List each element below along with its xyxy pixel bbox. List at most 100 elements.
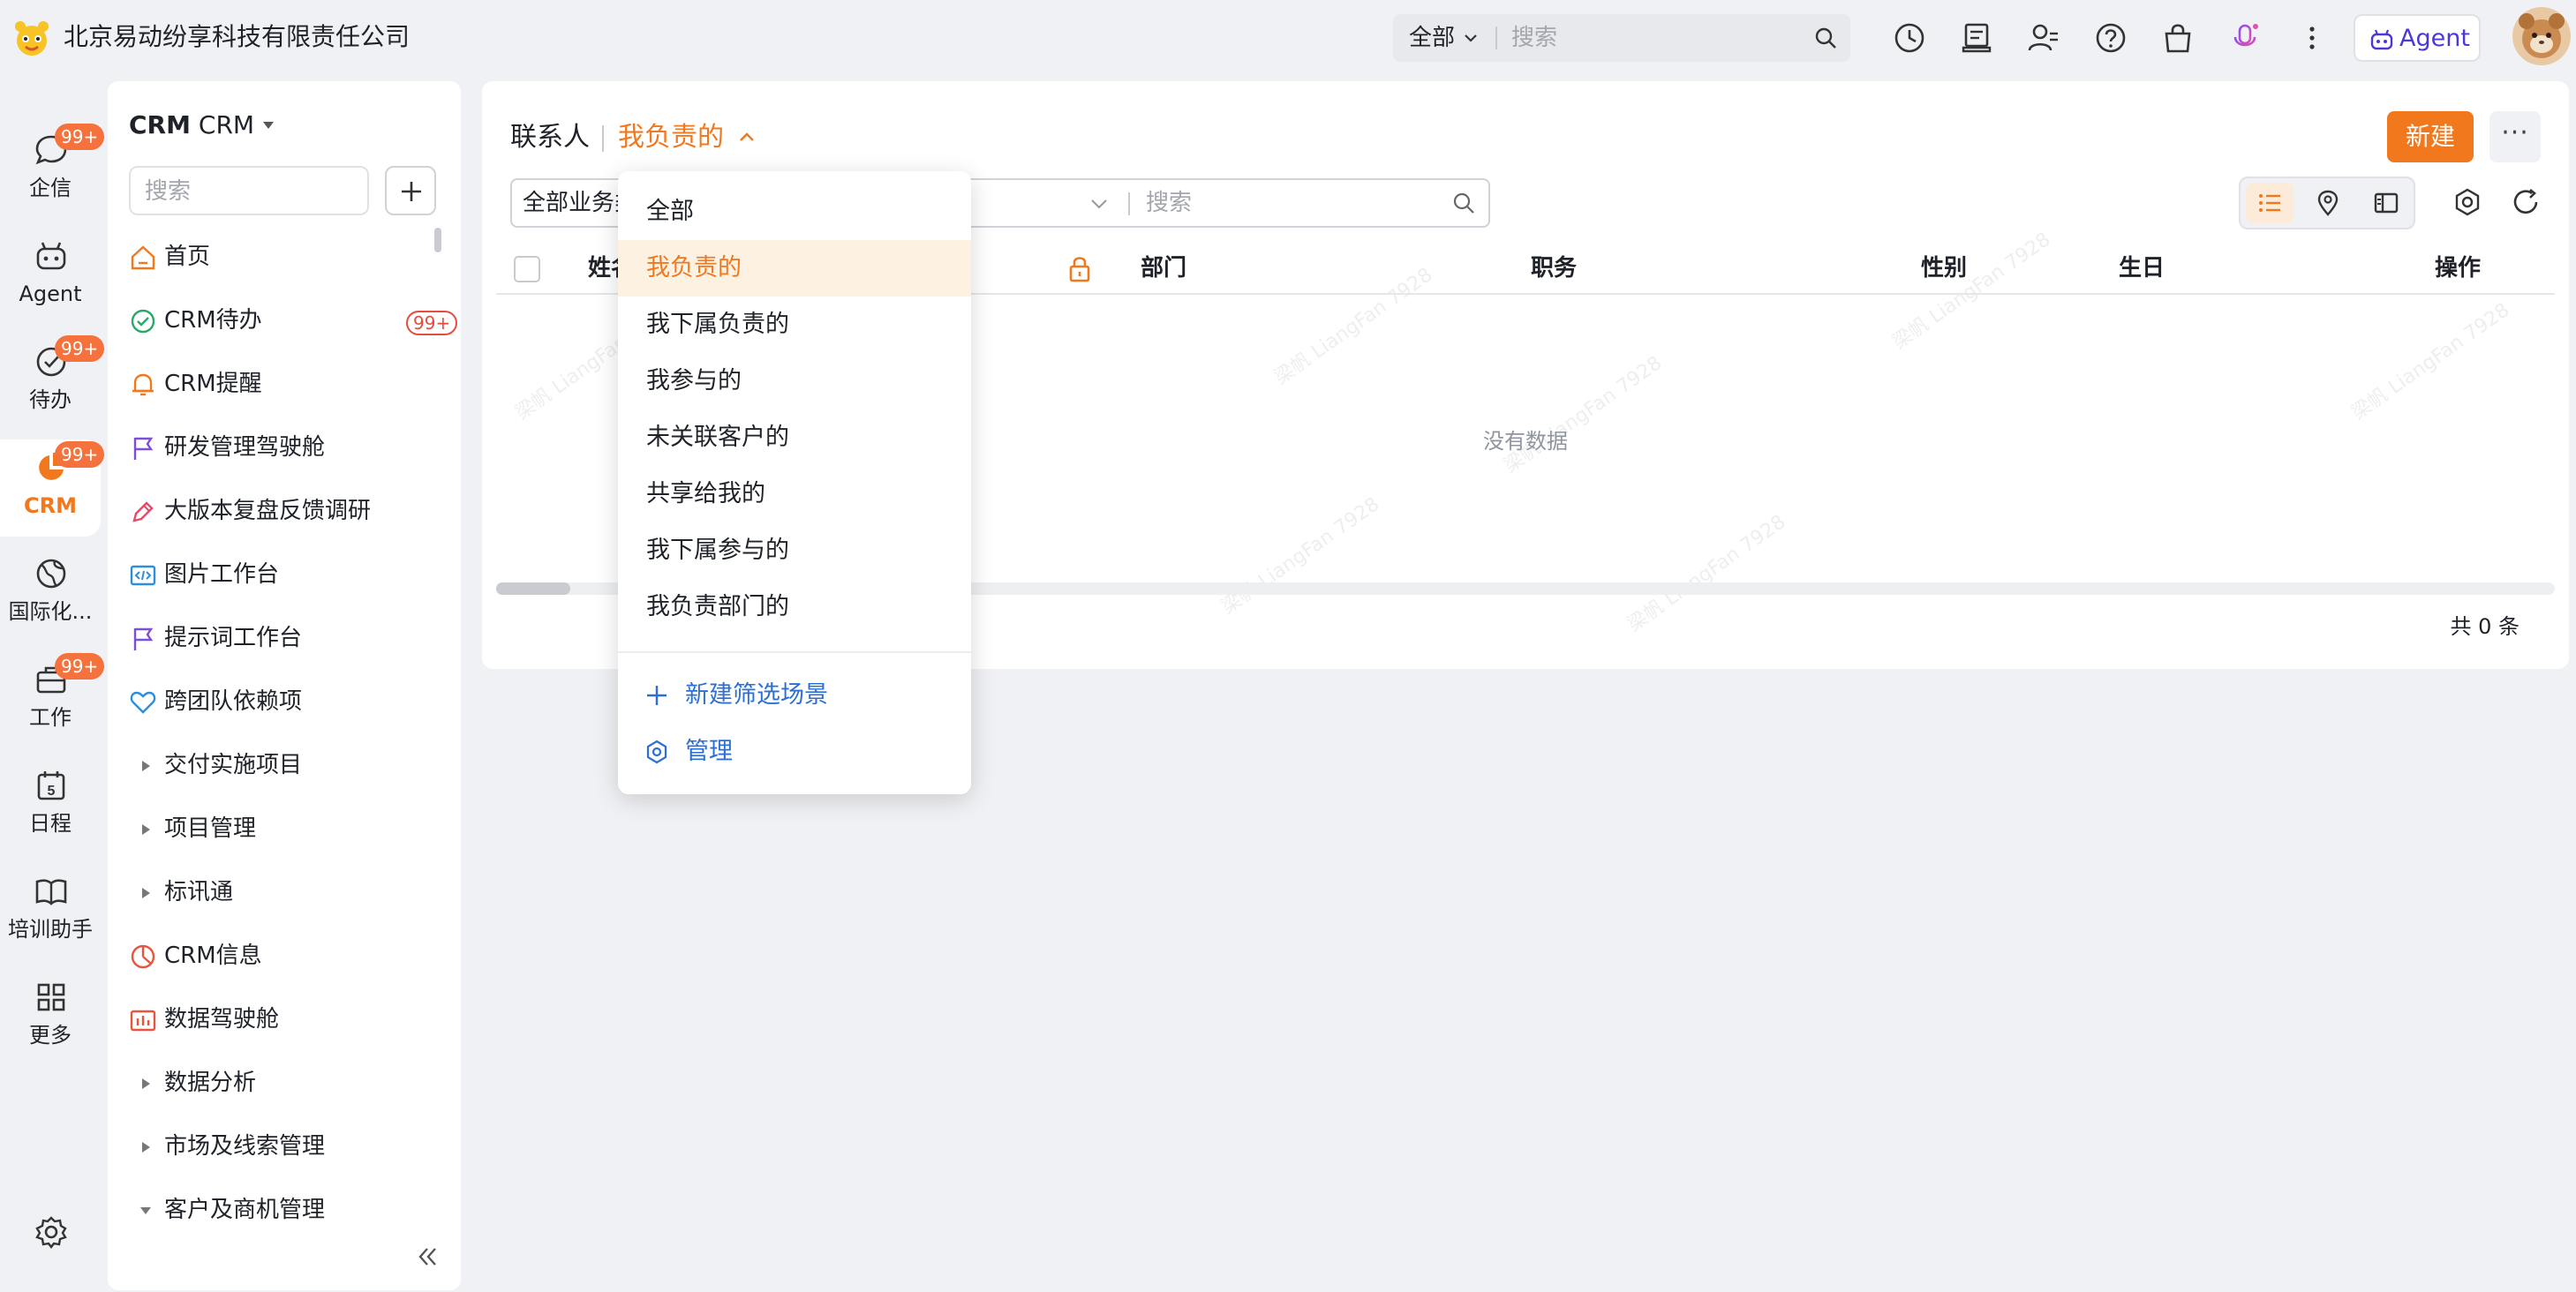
chevron-up-icon[interactable] bbox=[738, 131, 756, 143]
rail-item-international[interactable]: 国际化... bbox=[0, 545, 101, 642]
rail-item-label: 培训助手 bbox=[8, 917, 93, 942]
rail-item-label: 日程 bbox=[29, 811, 72, 836]
select-all-checkbox[interactable] bbox=[514, 256, 540, 282]
collapse-sidebar-icon[interactable] bbox=[415, 1244, 440, 1269]
rail-item-crm[interactable]: 99+ CRM bbox=[0, 439, 105, 537]
search-icon[interactable] bbox=[1813, 26, 1838, 50]
search-scope-select[interactable]: 全部 bbox=[1409, 21, 1455, 55]
rail-badge: 99+ bbox=[55, 441, 105, 468]
flag-icon bbox=[133, 627, 154, 650]
dropdown-option-shared-with-me[interactable]: 共享给我的 bbox=[618, 466, 971, 522]
caret-right-icon bbox=[142, 824, 150, 835]
dropdown-option-participating[interactable]: 我参与的 bbox=[618, 353, 971, 409]
sidebar-item-crm-reminder[interactable]: CRM提醒 bbox=[129, 358, 447, 411]
rail-item-training[interactable]: 培训助手 bbox=[0, 863, 101, 960]
sidebar-search-input[interactable]: 搜索 bbox=[129, 166, 369, 215]
bag-icon[interactable] bbox=[2161, 21, 2195, 55]
sidebar-item-feedback-survey[interactable]: 大版本复盘反馈调研 bbox=[129, 485, 447, 538]
receipt-icon[interactable] bbox=[1960, 21, 1993, 55]
sidebar-item-delivery-projects[interactable]: 交付实施项目 bbox=[129, 740, 447, 792]
contacts-icon[interactable] bbox=[2027, 21, 2060, 55]
rail-item-agent[interactable]: Agent bbox=[0, 228, 101, 325]
search-divider bbox=[1495, 26, 1497, 49]
split-view-button[interactable] bbox=[2362, 183, 2410, 223]
sidebar-item-team-dependency[interactable]: 跨团队依赖项 bbox=[129, 676, 447, 729]
dropdown-option-subordinates-owned[interactable]: 我下属负责的 bbox=[618, 297, 971, 353]
sidebar-item-data-cockpit[interactable]: 数据驾驶舱 bbox=[129, 994, 447, 1047]
dropdown-option-unlinked-customer[interactable]: 未关联客户的 bbox=[618, 409, 971, 466]
sidebar-item-data-analysis[interactable]: 数据分析 bbox=[129, 1057, 447, 1110]
view-mode-switch bbox=[2239, 177, 2415, 229]
column-birthday[interactable]: 生日 bbox=[2119, 251, 2165, 286]
rail-item-calendar[interactable]: 5 日程 bbox=[0, 757, 101, 854]
global-search-input[interactable]: 搜索 bbox=[1511, 21, 1557, 55]
bar-chart-icon bbox=[130, 1010, 156, 1032]
column-gender[interactable]: 性别 bbox=[1921, 251, 1967, 286]
more-vertical-icon[interactable] bbox=[2295, 21, 2329, 55]
chevron-down-icon bbox=[1091, 199, 1107, 209]
sidebar-item-crm-info[interactable]: CRM信息 bbox=[129, 930, 447, 983]
list-search-input[interactable]: 搜索 bbox=[1146, 186, 1192, 220]
rail-item-label: 更多 bbox=[29, 1023, 72, 1048]
plus-icon bbox=[402, 182, 421, 201]
column-position[interactable]: 职务 bbox=[1531, 251, 1577, 286]
home-icon bbox=[131, 245, 155, 270]
rail-item-todo[interactable]: 99+ 待办 bbox=[0, 334, 105, 431]
sidebar-add-button[interactable] bbox=[385, 166, 436, 215]
company-logo-icon[interactable] bbox=[12, 16, 51, 58]
sidebar-item-customer-opportunity[interactable]: 客户及商机管理 bbox=[129, 1184, 447, 1237]
rail-item-work[interactable]: 99+ 工作 bbox=[0, 651, 105, 748]
caret-down-icon bbox=[140, 1207, 151, 1214]
history-icon[interactable] bbox=[1893, 21, 1926, 55]
refresh-icon[interactable] bbox=[2511, 187, 2541, 217]
sidebar-item-label: CRM提醒 bbox=[164, 371, 262, 397]
view-selector[interactable]: 我负责的 bbox=[618, 118, 724, 157]
sidebar-item-crm-todo[interactable]: CRM待办 99+ bbox=[129, 295, 458, 348]
rail-badge: 99+ bbox=[55, 124, 105, 150]
new-button[interactable]: 新建 bbox=[2387, 111, 2474, 162]
chevron-down-icon bbox=[1465, 34, 1477, 42]
manage-scenes-button[interactable]: 管理 bbox=[618, 724, 971, 780]
search-icon[interactable] bbox=[1451, 191, 1476, 215]
rail-item-label: 工作 bbox=[29, 705, 72, 730]
column-department[interactable]: 部门 bbox=[1141, 251, 1186, 286]
rail-item-qixin[interactable]: 99+ 企信 bbox=[0, 122, 105, 219]
sidebar-item-bid-info[interactable]: 标讯通 bbox=[129, 867, 447, 920]
sidebar-item-rd-cockpit[interactable]: 研发管理驾驶舱 bbox=[129, 422, 447, 475]
map-view-button[interactable] bbox=[2304, 183, 2352, 223]
help-icon[interactable] bbox=[2094, 21, 2128, 55]
sidebar-item-prompt-workbench[interactable]: 提示词工作台 bbox=[129, 612, 447, 665]
sidebar-title-rest: CRM bbox=[198, 110, 255, 139]
scrollbar-thumb[interactable] bbox=[496, 582, 570, 595]
more-actions-button[interactable]: ··· bbox=[2489, 111, 2541, 162]
caret-down-icon[interactable] bbox=[261, 120, 275, 131]
settings-hex-icon[interactable] bbox=[2452, 187, 2482, 217]
sidebar-item-project-management[interactable]: 项目管理 bbox=[129, 803, 447, 856]
flag-icon bbox=[133, 437, 154, 460]
dropdown-option-subordinates-participating[interactable]: 我下属参与的 bbox=[618, 522, 971, 579]
globe-icon bbox=[36, 559, 66, 589]
dropdown-option-all[interactable]: 全部 bbox=[618, 184, 971, 240]
rail-item-more[interactable]: 更多 bbox=[0, 969, 101, 1066]
sidebar-item-image-workbench[interactable]: 图片工作台 bbox=[129, 549, 447, 602]
sidebar-item-home[interactable]: 首页 bbox=[129, 231, 447, 284]
sidebar-title[interactable]: CRM CRM bbox=[129, 108, 254, 143]
user-avatar[interactable] bbox=[2512, 7, 2571, 65]
dropdown-option-label: 我参与的 bbox=[646, 367, 742, 394]
dropdown-option-mine[interactable]: 我负责的 bbox=[618, 240, 971, 297]
dropdown-option-label: 我负责的 bbox=[646, 254, 742, 282]
filter-divider bbox=[1128, 192, 1130, 215]
dropdown-option-my-departments[interactable]: 我负责部门的 bbox=[618, 579, 971, 635]
sidebar-item-label: 提示词工作台 bbox=[164, 625, 303, 651]
new-filter-scene-button[interactable]: 新建筛选场景 bbox=[618, 667, 971, 724]
dropdown-option-label: 我下属参与的 bbox=[646, 537, 789, 564]
calendar-day: 5 bbox=[48, 784, 56, 799]
sidebar-item-label: 大版本复盘反馈调研 bbox=[164, 498, 372, 524]
settings-gear-icon[interactable] bbox=[34, 1214, 69, 1250]
agent-button[interactable]: Agent bbox=[2354, 14, 2481, 62]
list-view-button[interactable] bbox=[2246, 183, 2294, 223]
global-search-box[interactable]: 全部 搜索 bbox=[1393, 14, 1850, 62]
check-circle-icon bbox=[131, 309, 155, 334]
microphone-icon[interactable] bbox=[2228, 21, 2262, 55]
sidebar-item-marketing-leads[interactable]: 市场及线索管理 bbox=[129, 1121, 447, 1174]
